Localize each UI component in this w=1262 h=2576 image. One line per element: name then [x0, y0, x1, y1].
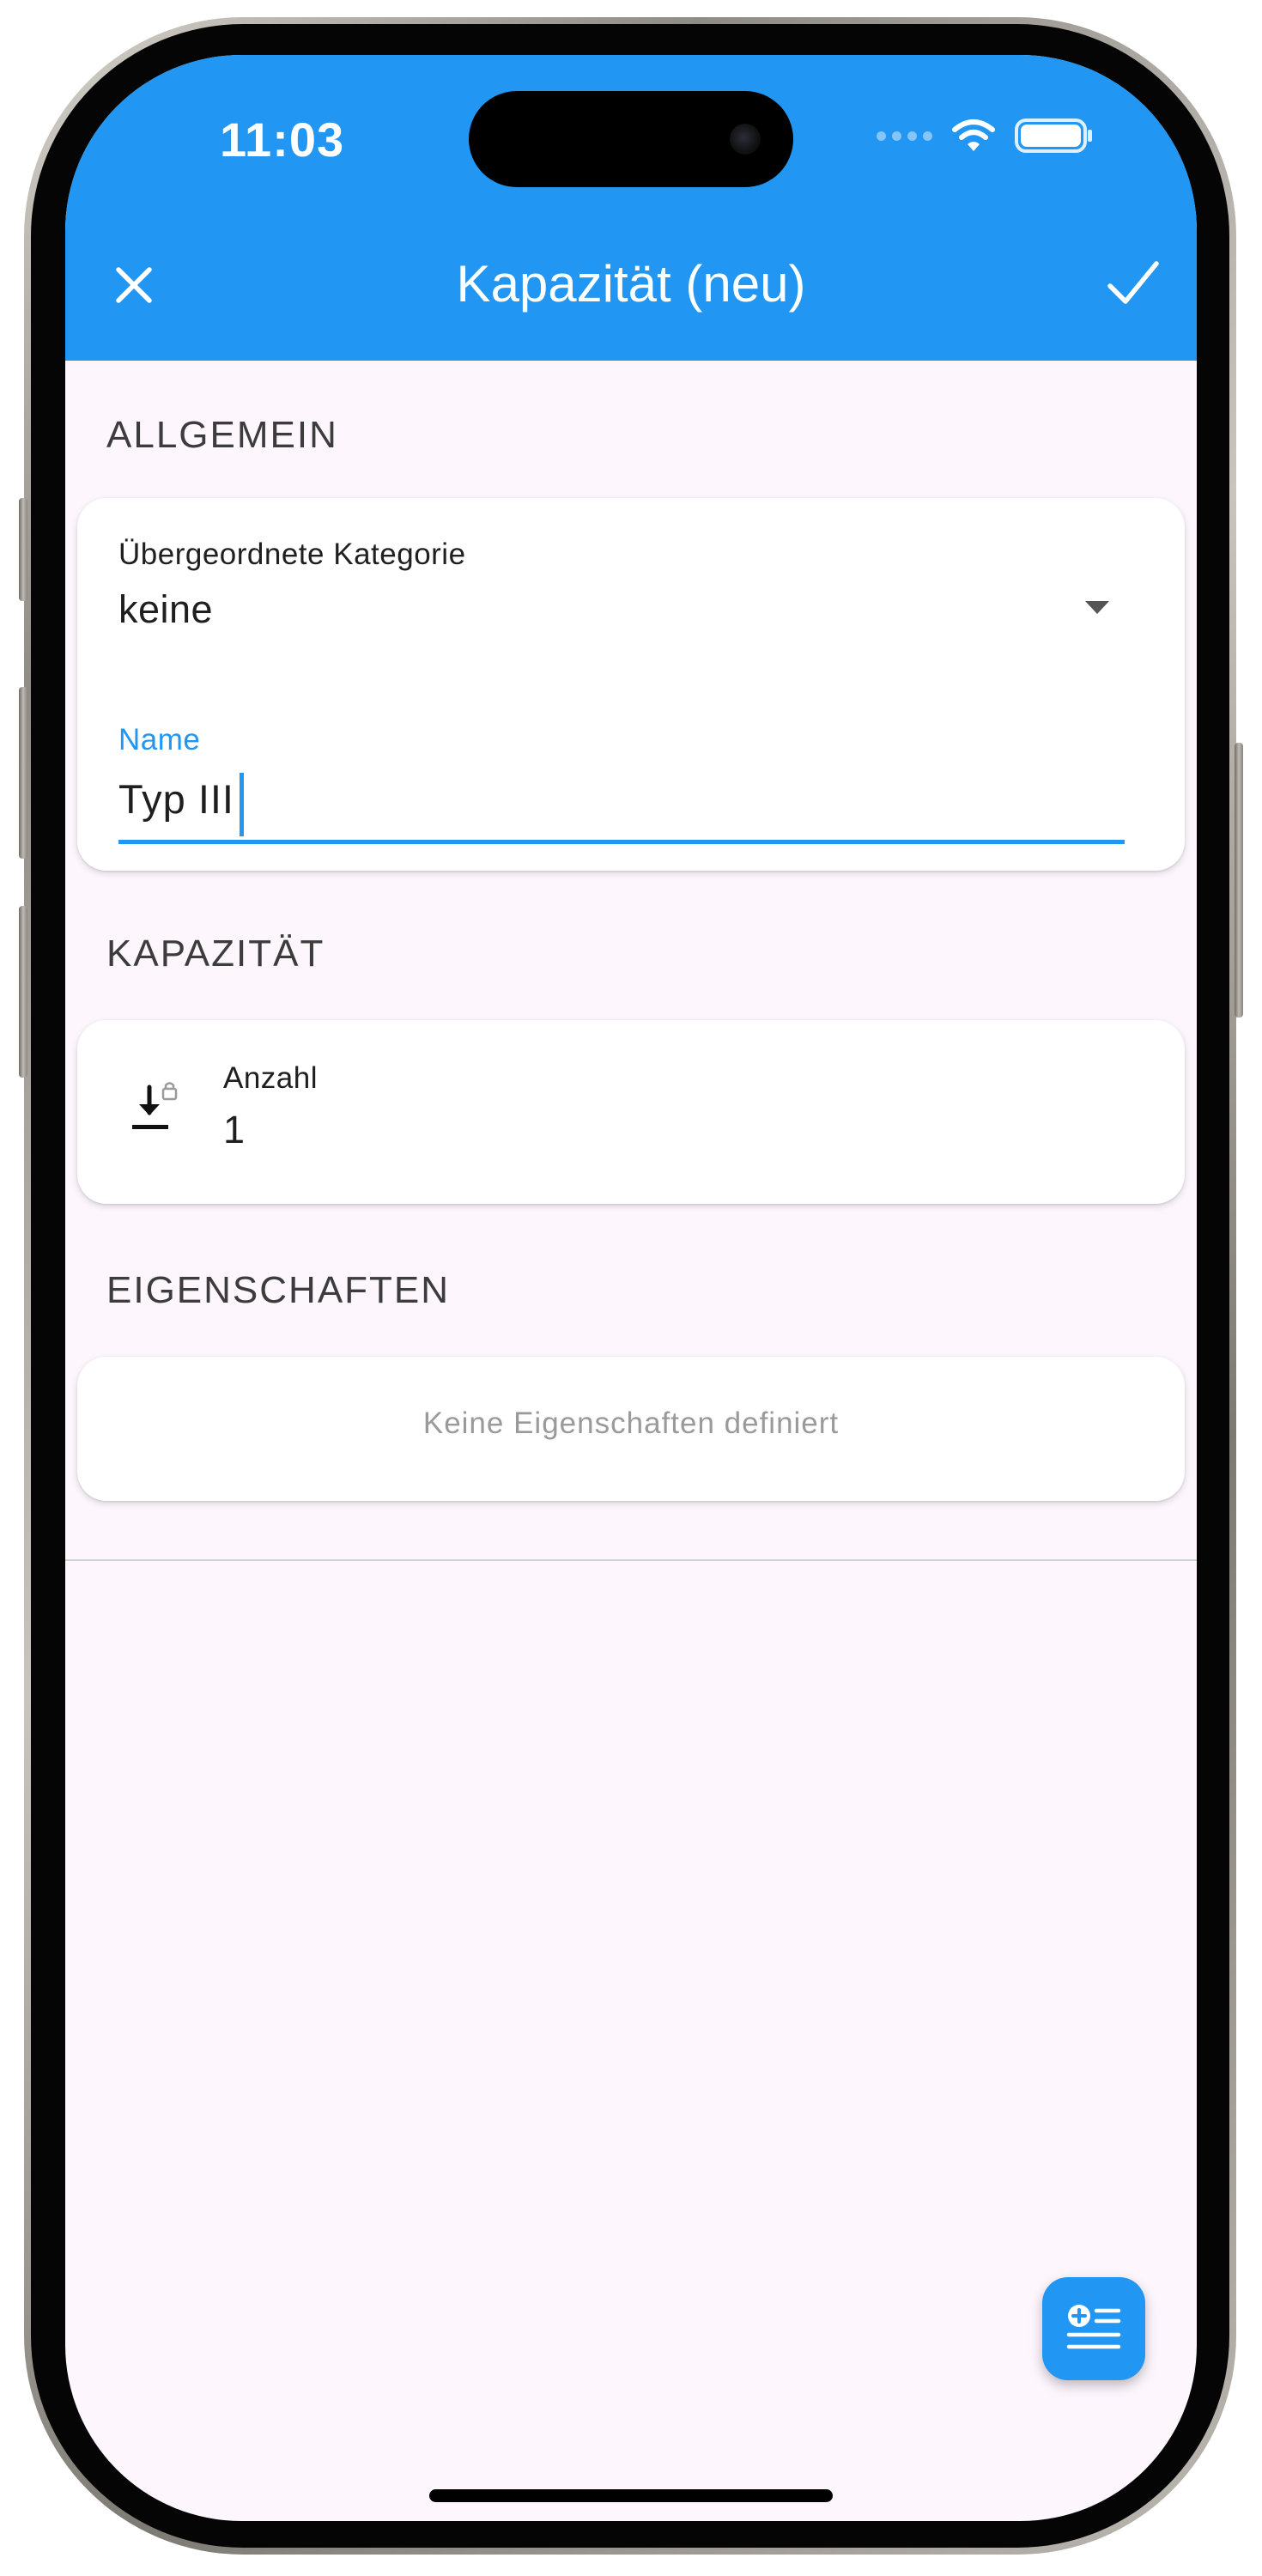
add-property-button[interactable] — [1042, 2277, 1145, 2380]
battery-icon — [1015, 118, 1092, 153]
volume-up-button — [19, 687, 27, 859]
dynamic-island — [469, 91, 793, 187]
app-bar: 11:03 Kapazität (neu) — [65, 55, 1197, 361]
status-indicators — [877, 117, 1094, 155]
power-button — [1235, 743, 1243, 1018]
parent-category-dropdown[interactable] — [77, 498, 1185, 670]
section-header-capacity: KAPAZITÄT — [106, 933, 325, 975]
close-button[interactable] — [105, 256, 163, 314]
empty-properties-text: Keine Eigenschaften definiert — [422, 1406, 840, 1440]
download-lock-icon — [132, 1082, 178, 1129]
count-label: Anzahl — [223, 1061, 319, 1095]
properties-card: Keine Eigenschaften definiert — [77, 1357, 1185, 1501]
status-time: 11:03 — [220, 112, 345, 167]
text-cursor — [240, 773, 244, 836]
name-field-label: Name — [118, 723, 201, 756]
volume-down-button — [19, 906, 27, 1078]
capacity-card[interactable]: Anzahl 1 — [77, 1020, 1185, 1204]
general-card: Übergeordnete Kategorie keine Name — [77, 498, 1185, 871]
name-input[interactable] — [118, 768, 1125, 829]
page-title: Kapazität (neu) — [456, 255, 806, 313]
action-button — [19, 498, 27, 601]
wifi-icon — [952, 119, 995, 151]
parent-category-label: Übergeordnete Kategorie — [118, 538, 466, 571]
name-input-underline — [118, 840, 1125, 844]
count-value[interactable]: 1 — [223, 1108, 245, 1152]
screen: 11:03 Kapazität (neu) ALLGEMEIN Übergeor… — [65, 55, 1197, 2521]
close-icon — [116, 267, 152, 303]
dropdown-arrow-icon[interactable] — [1085, 601, 1109, 614]
save-button[interactable] — [1101, 251, 1166, 316]
home-indicator — [429, 2489, 833, 2502]
parent-category-value: keine — [118, 587, 214, 631]
add-list-icon — [1066, 2305, 1121, 2349]
front-camera — [730, 124, 761, 155]
section-header-general: ALLGEMEIN — [106, 414, 338, 456]
content-divider — [65, 1559, 1197, 1561]
cellular-signal-icon — [877, 131, 932, 141]
check-icon — [1107, 261, 1159, 304]
section-header-properties: EIGENSCHAFTEN — [106, 1269, 451, 1311]
